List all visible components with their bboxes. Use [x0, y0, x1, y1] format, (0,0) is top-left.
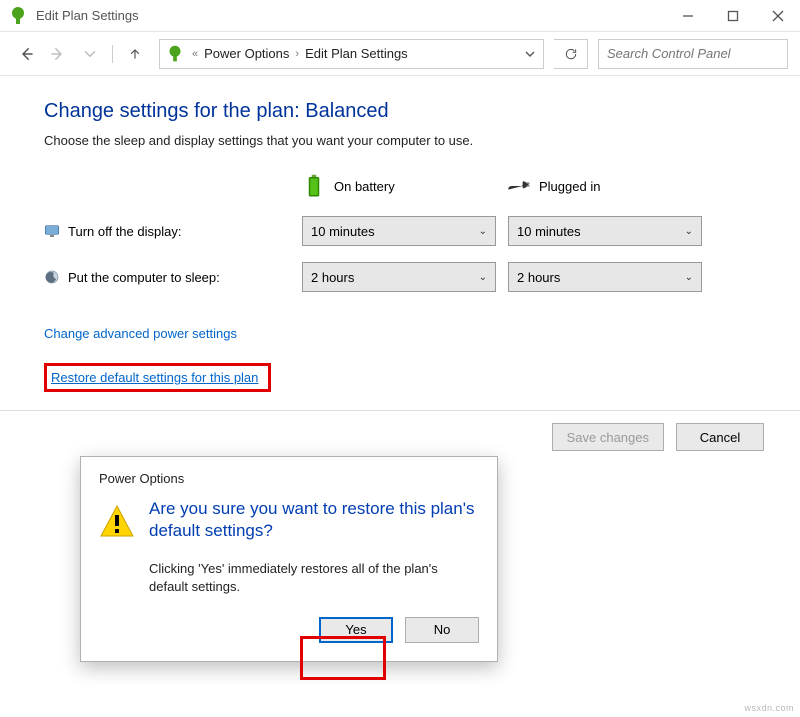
- app-icon: [6, 4, 30, 28]
- column-plugged-label: Plugged in: [539, 179, 600, 194]
- search-box[interactable]: [598, 39, 788, 69]
- breadcrumb[interactable]: « Power Options › Edit Plan Settings: [159, 39, 544, 69]
- page-description: Choose the sleep and display settings th…: [44, 133, 764, 148]
- breadcrumb-item[interactable]: Edit Plan Settings: [305, 46, 408, 61]
- maximize-button[interactable]: [710, 0, 755, 32]
- column-plugged: Plugged in: [507, 174, 712, 198]
- plug-icon: [507, 174, 531, 198]
- dialog-heading: Are you sure you want to restore this pl…: [149, 498, 479, 542]
- chevron-right-icon: ›: [295, 48, 299, 60]
- dialog-text: Clicking 'Yes' immediately restores all …: [149, 560, 479, 596]
- recent-dropdown[interactable]: [76, 40, 104, 68]
- column-battery: On battery: [302, 174, 507, 198]
- confirm-dialog: Power Options Are you sure you want to r…: [80, 456, 498, 662]
- title-bar: Edit Plan Settings: [0, 0, 800, 32]
- main-content: Change settings for the plan: Balanced C…: [0, 76, 800, 402]
- chevron-down-icon: ⌄: [479, 272, 487, 283]
- display-plugged-select[interactable]: 10 minutes ⌄: [508, 216, 702, 246]
- save-button[interactable]: Save changes: [552, 423, 664, 451]
- chevron-down-icon: ⌄: [479, 226, 487, 237]
- display-icon: [44, 223, 60, 239]
- setting-row-display: Turn off the display: 10 minutes ⌄ 10 mi…: [44, 216, 764, 246]
- sleep-icon: [44, 269, 60, 285]
- select-value: 10 minutes: [517, 224, 581, 239]
- select-value: 2 hours: [517, 270, 560, 285]
- back-button[interactable]: [12, 40, 40, 68]
- restore-defaults-link[interactable]: Restore default settings for this plan: [51, 370, 258, 385]
- row-label: Turn off the display:: [68, 224, 181, 239]
- highlight-restore-link: Restore default settings for this plan: [44, 363, 271, 392]
- cancel-button[interactable]: Cancel: [676, 423, 764, 451]
- change-advanced-link[interactable]: Change advanced power settings: [44, 326, 237, 341]
- breadcrumb-item[interactable]: Power Options: [204, 46, 289, 61]
- setting-row-sleep: Put the computer to sleep: 2 hours ⌄ 2 h…: [44, 262, 764, 292]
- column-headers: On battery Plugged in: [44, 174, 764, 198]
- select-value: 10 minutes: [311, 224, 375, 239]
- minimize-button[interactable]: [665, 0, 710, 32]
- dialog-yes-button[interactable]: Yes: [319, 617, 393, 643]
- up-button[interactable]: [121, 40, 149, 68]
- chevron-down-icon: ⌄: [685, 226, 693, 237]
- sleep-battery-select[interactable]: 2 hours ⌄: [302, 262, 496, 292]
- column-battery-label: On battery: [334, 179, 395, 194]
- sleep-plugged-select[interactable]: 2 hours ⌄: [508, 262, 702, 292]
- search-input[interactable]: [605, 45, 787, 62]
- window-title: Edit Plan Settings: [36, 8, 139, 23]
- select-value: 2 hours: [311, 270, 354, 285]
- watermark: wsxdn.com: [744, 703, 794, 713]
- nav-divider: [112, 45, 113, 63]
- chevron-down-icon: ⌄: [685, 272, 693, 283]
- breadcrumb-dropdown-icon[interactable]: [521, 49, 539, 59]
- forward-button[interactable]: [44, 40, 72, 68]
- close-button[interactable]: [755, 0, 800, 32]
- refresh-button[interactable]: [554, 39, 588, 69]
- display-battery-select[interactable]: 10 minutes ⌄: [302, 216, 496, 246]
- navigation-bar: « Power Options › Edit Plan Settings: [0, 32, 800, 76]
- chevron-right-icon: «: [192, 48, 198, 60]
- warning-icon: [99, 504, 135, 538]
- page-title: Change settings for the plan: Balanced: [44, 100, 764, 123]
- row-label: Put the computer to sleep:: [68, 270, 220, 285]
- dialog-no-button[interactable]: No: [405, 617, 479, 643]
- battery-icon: [302, 174, 326, 198]
- dialog-title: Power Options: [81, 457, 497, 490]
- breadcrumb-icon: [164, 43, 186, 65]
